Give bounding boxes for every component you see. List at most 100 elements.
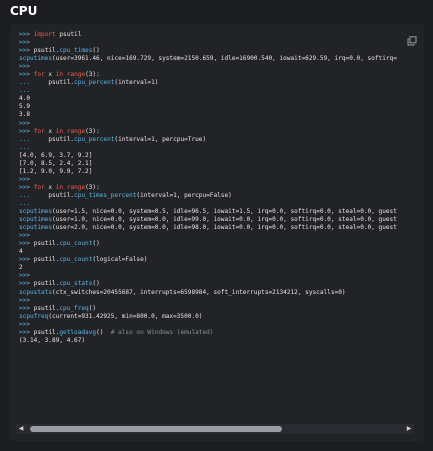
code-token: psutil.	[33, 304, 60, 312]
code-line: >>> psutil.cpu_freq()	[19, 305, 424, 313]
code-line: >>> psutil.getloadavg() # also on Window…	[19, 329, 424, 337]
code-token: cpu_percent	[74, 79, 115, 87]
code-token: cpu_count	[59, 240, 93, 248]
code-line: scpufreq(current=931.42925, min=800.0, m…	[19, 313, 424, 321]
code-token: import	[33, 31, 56, 38]
code-token: ()	[96, 328, 111, 336]
code-token: cpu_times	[59, 47, 93, 55]
code-token: psutil	[55, 31, 82, 38]
code-token: (interval=1, percpu=True)	[114, 135, 207, 143]
code-line: scputimes(user=1.5, nice=0.0, system=0.5…	[19, 208, 424, 216]
code-line: scputimes(user=3961.46, nice=169.729, sy…	[19, 55, 424, 63]
code-token: (3):	[85, 71, 100, 79]
code-token: (3):	[85, 183, 100, 191]
code-token: >>>	[19, 71, 34, 79]
code-token: cpu_stats	[59, 280, 93, 288]
scroll-right-icon[interactable]: ▶	[404, 424, 414, 434]
scroll-left-icon[interactable]: ◀	[16, 424, 26, 434]
code-line: ... psutil.cpu_percent(interval=1, percp…	[19, 136, 424, 144]
code-token: scpufreq	[19, 312, 49, 320]
code-token: 3.8	[19, 111, 31, 119]
code-line: [1.2, 9.0, 9.9, 7.2]	[19, 168, 424, 176]
code-line: ...	[19, 87, 424, 95]
horizontal-scrollbar[interactable]: ◀ ▶	[16, 424, 414, 434]
code-token: ()	[92, 240, 100, 248]
code-line: 2	[19, 264, 424, 272]
code-line: 5.9	[19, 103, 424, 111]
code-token: 2	[19, 264, 23, 272]
code-token: ()	[88, 304, 97, 312]
code-line: >>> for x in range(3):	[19, 128, 424, 136]
code-token: ...	[19, 143, 31, 151]
code-line: 4	[19, 248, 424, 256]
code-line: >>> psutil.cpu_times()	[19, 47, 424, 55]
code-token: x	[44, 71, 56, 79]
code-token: ...	[19, 135, 31, 143]
code-token: >>>	[19, 127, 34, 135]
code-token: scpustats	[19, 288, 53, 296]
code-line: >>>	[19, 321, 424, 329]
code-token: scputimes	[19, 224, 53, 232]
code-token: getloadavg	[59, 328, 97, 336]
code-token: >>>	[19, 280, 34, 288]
code-token: psutil.	[30, 79, 75, 87]
code-token: for	[33, 127, 45, 135]
code-token: 5.9	[19, 103, 31, 111]
code-line: >>> psutil.cpu_count(logical=False)	[19, 256, 424, 264]
code-token: ()	[92, 47, 100, 55]
code-token: cpu_times_percent	[74, 191, 137, 199]
code-token: in	[55, 127, 64, 135]
code-line: >>> psutil.cpu_stats()	[19, 280, 424, 288]
code-token: >>>	[19, 175, 31, 183]
code-line: >>> for x in range(3):	[19, 71, 424, 79]
code-token: range	[66, 71, 86, 79]
code-token: psutil.	[33, 240, 60, 248]
code-token: >>>	[19, 296, 31, 304]
code-token: (interval=1)	[114, 79, 159, 87]
section-title: CPU	[10, 4, 38, 18]
code-token: # also on Windows (emulated)	[110, 328, 214, 336]
code-line: >>>	[19, 63, 424, 71]
code-token: x	[44, 183, 56, 191]
code-token: (ctx_switches=20455687, interrupts=65989…	[52, 288, 346, 296]
code-token: cpu_count	[59, 256, 93, 264]
code-token: psutil.	[33, 256, 60, 264]
code-token: ...	[19, 191, 31, 199]
code-token: range	[66, 183, 86, 191]
code-token: (current=931.42925, min=800.0, max=3500.…	[48, 312, 203, 320]
code-token: psutil.	[33, 328, 60, 336]
code-token: cpu_percent	[74, 135, 115, 143]
code-token: range	[66, 127, 86, 135]
code-line: >>> import psutil	[19, 31, 424, 39]
code-block[interactable]: >>> import psutil >>> >>> psutil.cpu_times…	[10, 24, 424, 441]
code-token: >>>	[19, 304, 34, 312]
code-token: [1.2, 9.0, 9.9, 7.2]	[19, 167, 93, 175]
code-line: scputimes(user=1.0, nice=0.0, system=0.0…	[19, 216, 424, 224]
code-token: ()	[92, 280, 100, 288]
code-line: ... psutil.cpu_percent(interval=1)	[19, 79, 424, 87]
code-line: scpustats(ctx_switches=20455687, interru…	[19, 289, 424, 297]
code-token: scputimes	[19, 216, 53, 224]
code-token: (3):	[85, 127, 100, 135]
code-token: psutil.	[33, 280, 60, 288]
code-line: scputimes(user=2.0, nice=0.0, system=0.0…	[19, 224, 424, 232]
code-line: >>>	[19, 39, 424, 47]
code-token: [4.0, 6.9, 3.7, 9.2]	[19, 151, 93, 159]
code-token: ...	[19, 79, 31, 87]
code-token: >>>	[19, 232, 31, 240]
code-token: >>>	[19, 328, 34, 336]
code-line: >>> psutil.cpu_count()	[19, 240, 424, 248]
code-token: (interval=1, percpu=False)	[136, 191, 232, 199]
scrollbar-thumb[interactable]	[30, 426, 282, 432]
code-token: (user=3961.46, nice=169.729, system=2150…	[52, 55, 397, 63]
code-token: >>>	[19, 63, 31, 71]
code-token: [7.0, 8.5, 2.4, 2.1]	[19, 159, 93, 167]
code-token: (3.14, 3.89, 4.67)	[19, 336, 86, 344]
code-token: cpu_freq	[59, 304, 89, 312]
code-token: >>>	[19, 256, 34, 264]
code-token: >>>	[19, 320, 31, 328]
code-token: (logical=False)	[92, 256, 148, 264]
code-line: ...	[19, 200, 424, 208]
code-token: in	[55, 183, 64, 191]
code-token: scputimes	[19, 208, 53, 216]
